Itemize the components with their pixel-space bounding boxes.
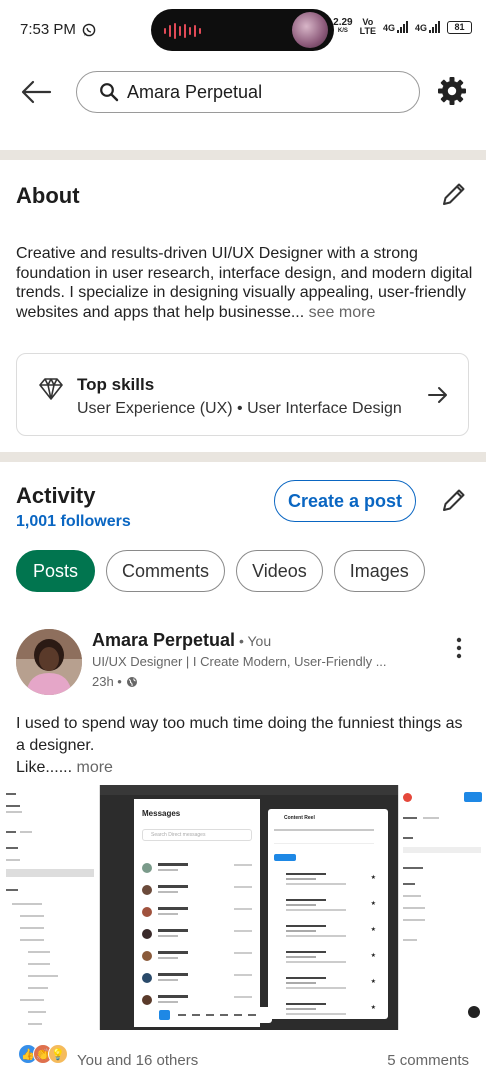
chip-comments[interactable]: Comments <box>106 550 226 592</box>
you-label: • You <box>235 633 272 649</box>
post-more-link[interactable]: more <box>76 759 112 776</box>
top-skills-list: User Experience (UX) • User Interface De… <box>77 400 402 417</box>
chip-videos[interactable]: Videos <box>236 550 323 592</box>
list-item <box>142 863 256 875</box>
audio-wave-icon <box>164 23 201 39</box>
dynamic-island[interactable] <box>151 9 334 51</box>
variables-tab <box>274 854 296 861</box>
messages-title: Messages <box>142 809 181 818</box>
list-item <box>142 929 256 941</box>
media-thumbnail <box>292 12 328 48</box>
status-bar: 7:53 PM 2.29 K/S Vo LTE 4G 4G 81 <box>0 0 486 62</box>
speed-unit: K/S <box>337 28 348 34</box>
post-options-button[interactable] <box>450 636 468 660</box>
messages-frame: Messages Search Direct messages <box>134 799 260 1027</box>
figma-ruler <box>100 785 398 795</box>
list-item: ★ <box>274 1001 382 1019</box>
activity-heading: Activity <box>16 483 96 508</box>
list-item <box>142 951 256 963</box>
post-text-line1: I used to spend way too much time doing … <box>16 715 463 754</box>
speed-value: 2.29 <box>333 17 353 28</box>
status-indicators: 2.29 K/S Vo LTE 4G 4G 81 <box>333 18 472 36</box>
post-social-bar: 👍 👏 💡 You and 16 others 5 comments <box>0 1030 486 1080</box>
post-text-line2: Like...... <box>16 759 73 776</box>
pencil-icon <box>443 489 465 511</box>
chip-images[interactable]: Images <box>333 550 425 592</box>
about-summary: Creative and results-driven UI/UX Design… <box>16 244 476 322</box>
settings-button[interactable] <box>437 76 469 108</box>
list-item: ★ <box>274 923 382 941</box>
list-item <box>142 907 256 919</box>
network-speed: 2.29 K/S <box>333 18 352 36</box>
search-input[interactable]: Amara Perpetual <box>76 71 420 113</box>
post-meta: 23h • <box>92 674 138 689</box>
signal-bars-icon <box>429 21 440 33</box>
back-button[interactable] <box>20 76 56 108</box>
avatar-photo <box>16 629 82 695</box>
content-reel-panel: Content Reel ★ ★ ★ ★ ★ ★ <box>268 809 388 1019</box>
list-item: ★ <box>274 871 382 889</box>
arrow-right-icon <box>428 387 447 403</box>
top-skills-title: Top skills <box>77 375 155 394</box>
about-text: Creative and results-driven UI/UX Design… <box>16 245 473 321</box>
section-divider <box>0 452 486 462</box>
signal-1: 4G <box>383 21 408 33</box>
search-icon <box>100 83 119 102</box>
reaction-icons[interactable]: 👍 👏 💡 <box>18 1044 68 1064</box>
globe-icon <box>126 676 137 687</box>
post-image[interactable]: Messages Search Direct messages Content … <box>0 785 486 1030</box>
volte-indicator: Vo LTE <box>360 18 376 36</box>
edit-activity-button[interactable] <box>440 486 468 514</box>
status-time: 7:53 PM <box>20 21 76 38</box>
gear-icon <box>438 77 466 105</box>
post-text-line2-wrap: Like...... more <box>16 757 466 779</box>
net1-label: 4G <box>382 23 395 33</box>
top-bar: Amara Perpetual <box>0 62 486 150</box>
list-item <box>142 973 256 985</box>
lte-label: LTE <box>359 26 376 36</box>
figma-design-panel <box>398 785 486 1030</box>
see-more-link[interactable]: see more <box>309 304 376 321</box>
activity-filter-chips: Posts Comments Videos Images <box>16 550 425 592</box>
more-vertical-icon <box>456 637 462 659</box>
about-heading: About <box>16 183 80 208</box>
search-value: Amara Perpetual <box>127 81 263 102</box>
post-time: 23h • <box>92 674 122 689</box>
list-item <box>142 995 256 1007</box>
figma-layers-panel <box>0 785 100 1030</box>
post-author[interactable]: Amara Perpetual • You <box>92 630 271 651</box>
list-item <box>142 885 256 897</box>
whatsapp-icon <box>82 23 96 36</box>
edit-about-button[interactable] <box>440 180 468 208</box>
net2-label: 4G <box>414 23 427 33</box>
messages-search: Search Direct messages <box>142 829 252 841</box>
followers-count[interactable]: 1,001 followers <box>16 513 131 531</box>
author-name: Amara Perpetual <box>92 630 236 650</box>
diamond-icon <box>39 378 63 400</box>
content-reel-title: Content Reel <box>284 815 315 821</box>
reactions-text[interactable]: You and 16 others <box>77 1052 198 1069</box>
signal-bars-icon <box>396 21 408 33</box>
list-item: ★ <box>274 975 382 993</box>
chip-posts[interactable]: Posts <box>16 550 96 592</box>
pencil-icon <box>443 183 465 205</box>
insightful-icon: 💡 <box>48 1044 68 1064</box>
avatar[interactable] <box>16 629 82 695</box>
list-item: ★ <box>274 949 382 967</box>
battery-icon: 81 <box>447 20 472 34</box>
comments-count[interactable]: 5 comments <box>387 1052 469 1069</box>
top-skills-card[interactable]: Top skills User Experience (UX) • User I… <box>16 353 469 436</box>
figma-toolbar <box>156 1007 272 1023</box>
author-headline: UI/UX Designer | I Create Modern, User-F… <box>92 654 387 669</box>
signal-2: 4G <box>415 21 440 33</box>
post-text: I used to spend way too much time doing … <box>16 713 466 779</box>
section-divider <box>0 150 486 160</box>
arrow-left-icon <box>21 80 52 104</box>
status-time-group: 7:53 PM <box>20 21 96 38</box>
list-item: ★ <box>274 897 382 915</box>
create-post-button[interactable]: Create a post <box>274 480 416 522</box>
